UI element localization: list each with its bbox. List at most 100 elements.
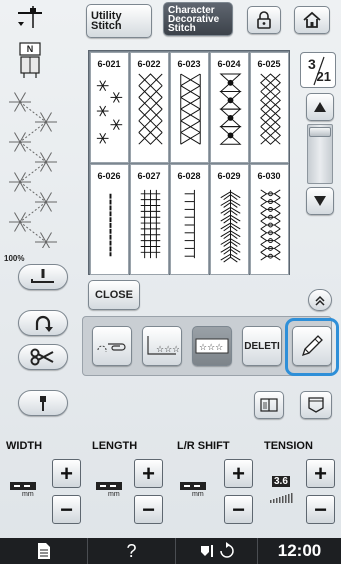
tab-character-decorative-stitch[interactable]: Character Decorative Stitch bbox=[163, 2, 233, 36]
stitch-code: 6-026 bbox=[97, 170, 121, 181]
width-plus-button[interactable]: + bbox=[52, 459, 81, 488]
width-label: WIDTH bbox=[6, 440, 43, 452]
lr-shift-value-icon: mm bbox=[180, 478, 206, 500]
stitch-cell[interactable]: 6-025 bbox=[249, 51, 289, 163]
pattern-mirror-button[interactable]: ☆☆☆ bbox=[192, 326, 232, 366]
stitch-code: 6-023 bbox=[177, 58, 201, 69]
stitch-code: 6-021 bbox=[97, 58, 121, 69]
minus-icon: − bbox=[142, 496, 155, 522]
width-unit: mm bbox=[22, 491, 34, 498]
scroll-down-button[interactable] bbox=[306, 187, 334, 215]
stitch-cell[interactable]: 6-029 bbox=[209, 163, 249, 275]
stitch-cell[interactable]: 6-028 bbox=[169, 163, 209, 275]
tension-label: TENSION bbox=[264, 440, 313, 452]
double-chevron-up-icon bbox=[315, 295, 325, 306]
lr-shift-minus-button[interactable]: − bbox=[224, 495, 253, 524]
length-plus-button[interactable]: + bbox=[134, 459, 163, 488]
length-minus-button[interactable]: − bbox=[134, 495, 163, 524]
length-value-icon: mm bbox=[96, 478, 122, 500]
home-button[interactable] bbox=[294, 6, 330, 34]
lr-shift-label: L/R SHIFT bbox=[177, 440, 230, 452]
presser-foot-indicator: N bbox=[18, 40, 42, 80]
lock-button[interactable] bbox=[247, 6, 281, 34]
pattern-combine-button[interactable]: ☆☆☆ bbox=[142, 326, 182, 366]
lr-shift-unit: mm bbox=[192, 491, 204, 498]
stitch-cell[interactable]: 6-021 bbox=[89, 51, 129, 163]
svg-text:☆☆☆: ☆☆☆ bbox=[156, 345, 179, 355]
stitch-code: 6-024 bbox=[217, 58, 241, 69]
thread-hook-icon bbox=[97, 343, 126, 352]
tension-bars-icon bbox=[270, 493, 293, 503]
stitch-cell[interactable]: 6-023 bbox=[169, 51, 209, 163]
document-button[interactable] bbox=[0, 538, 88, 564]
stitch-cell[interactable]: 6-022 bbox=[129, 51, 169, 163]
stitch-preview bbox=[6, 88, 82, 252]
single-needle-icon bbox=[18, 6, 42, 28]
close-button[interactable]: CLOSE bbox=[88, 280, 140, 310]
tension-minus-button[interactable]: − bbox=[306, 495, 335, 524]
document-icon bbox=[37, 543, 50, 559]
expand-button[interactable] bbox=[308, 289, 332, 311]
star-stitch-preview-icon bbox=[9, 92, 57, 252]
stitch-cell[interactable]: 6-027 bbox=[129, 163, 169, 275]
pattern-stars-box-icon: ☆☆☆ bbox=[195, 338, 229, 354]
back-needle-button[interactable] bbox=[14, 4, 46, 34]
lr-shift-plus-button[interactable]: + bbox=[224, 459, 253, 488]
tension-plus-button[interactable]: + bbox=[306, 459, 335, 488]
tension-value: 3.6 bbox=[272, 476, 290, 487]
presser-foot-down-icon bbox=[31, 269, 54, 283]
scrollbar-track[interactable] bbox=[307, 124, 333, 184]
bow-chain-stitch-icon bbox=[218, 73, 242, 145]
pattern-stars-icon: ☆☆☆ bbox=[147, 336, 179, 355]
cross-lattice-stitch-icon bbox=[179, 73, 201, 145]
thread-cutter-button[interactable] bbox=[18, 344, 68, 370]
minus-icon: − bbox=[314, 496, 327, 522]
needle-position-button[interactable] bbox=[18, 390, 68, 416]
stitch-code: 6-022 bbox=[137, 58, 161, 69]
zigzag-diamonds-stitch-icon bbox=[259, 72, 281, 145]
chain-hearts-stitch-icon bbox=[259, 188, 281, 261]
width-minus-button[interactable]: − bbox=[52, 495, 81, 524]
stitch-code: 6-029 bbox=[217, 170, 241, 181]
stitch-code: 6-028 bbox=[177, 170, 201, 181]
straight-dash-stitch-icon bbox=[109, 193, 111, 256]
plus-icon: + bbox=[232, 460, 245, 486]
memory-button[interactable] bbox=[300, 391, 332, 419]
pencil-icon bbox=[301, 335, 323, 357]
stitch-cell[interactable]: 6-030 bbox=[249, 163, 289, 275]
width-value-icon: mm bbox=[10, 478, 36, 500]
length-unit: mm bbox=[108, 491, 120, 498]
triangle-down-icon bbox=[314, 196, 326, 206]
triangle-up-icon bbox=[314, 102, 326, 112]
svg-text:☆☆☆: ☆☆☆ bbox=[199, 343, 223, 353]
scroll-up-button[interactable] bbox=[306, 93, 334, 121]
stitch-cell[interactable]: 6-026 bbox=[89, 163, 129, 275]
side-ladder-stitch-icon bbox=[184, 189, 195, 258]
plus-icon: + bbox=[142, 460, 155, 486]
tension-level-icon bbox=[270, 490, 296, 503]
page-total: 21 bbox=[316, 69, 331, 84]
delete-button[interactable]: DELETI bbox=[242, 326, 282, 366]
tab-utility-stitch[interactable]: Utility Stitch bbox=[86, 4, 152, 38]
plus-icon: + bbox=[60, 460, 73, 486]
delete-button-label: DELETI bbox=[244, 340, 280, 352]
manual-button[interactable] bbox=[254, 391, 284, 419]
presser-foot-letter: N bbox=[26, 44, 34, 54]
utility-tab-label: Utility Stitch bbox=[91, 10, 122, 32]
clock-time: 12:00 bbox=[277, 541, 322, 560]
reverse-stitch-button[interactable] bbox=[18, 310, 68, 336]
stitch-cell[interactable]: 6-024 bbox=[209, 51, 249, 163]
scrollbar-thumb[interactable] bbox=[309, 127, 331, 137]
sensor-status[interactable] bbox=[176, 538, 258, 564]
help-button[interactable]: ? bbox=[88, 538, 176, 564]
close-button-label: CLOSE bbox=[95, 289, 133, 301]
book-icon bbox=[260, 398, 278, 412]
pocket-memory-icon bbox=[308, 397, 324, 413]
triple-ladder-stitch-icon bbox=[140, 189, 160, 258]
plus-icon: + bbox=[314, 460, 327, 486]
presser-foot-lift-button[interactable] bbox=[18, 264, 68, 290]
reverse-arc-icon bbox=[35, 315, 53, 332]
minus-icon: − bbox=[232, 496, 245, 522]
thread-button[interactable] bbox=[92, 326, 132, 366]
edit-button[interactable] bbox=[292, 326, 332, 366]
